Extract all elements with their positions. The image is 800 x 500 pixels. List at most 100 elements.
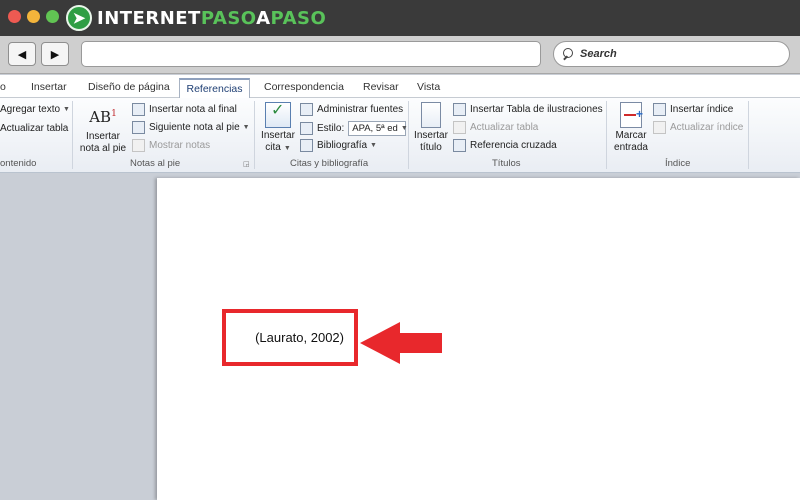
close-window-button[interactable]: [8, 10, 21, 23]
citation-text[interactable]: (Laurato, 2002): [255, 330, 344, 345]
search-field[interactable]: Search: [553, 41, 790, 67]
tab-vista[interactable]: Vista: [417, 81, 440, 93]
insertar-cita-label-2-text: cita: [265, 142, 281, 153]
insertar-cita-label-1: Insertar: [261, 130, 295, 141]
mostrar-notas-label: Mostrar notas: [149, 140, 211, 151]
actualizar-indice-button[interactable]: Actualizar índice: [653, 121, 743, 134]
dropdown-arrow-icon: ▼: [400, 125, 408, 132]
dropdown-arrow-icon: ▼: [370, 142, 377, 149]
group-label-notas: Notas al pie: [130, 158, 181, 169]
agregar-texto-label: Agregar texto: [0, 104, 61, 115]
tab-insertar[interactable]: Insertar: [31, 81, 67, 93]
tab-correspondencia[interactable]: Correspondencia: [264, 81, 344, 93]
estilo-row: Estilo: APA, 5ª ed ▼: [300, 121, 408, 136]
insertar-nota-pie-button[interactable]: AB1 Insertar nota al pie: [78, 104, 128, 155]
insertar-indice-button[interactable]: Insertar índice: [653, 103, 733, 116]
ab-glyph: AB: [89, 108, 112, 126]
logo-text-paso: PASO: [200, 7, 257, 29]
administrar-fuentes-button[interactable]: Administrar fuentes: [300, 103, 403, 116]
marcar-entrada-label-2: entrada: [614, 142, 648, 153]
browser-toolbar: ◀ ▶ Search: [0, 36, 800, 74]
browser-titlebar: ➤ INTERNETPASOAPASO: [0, 0, 800, 36]
tab-referencias[interactable]: Referencias: [179, 78, 250, 99]
show-notes-icon: [132, 139, 145, 152]
insertar-tabla-ilustraciones-label: Insertar Tabla de ilustraciones: [470, 104, 603, 115]
site-logo: ➤ INTERNETPASOAPASO: [66, 4, 326, 32]
logo-wordmark: INTERNETPASOAPASO: [97, 8, 326, 29]
manage-sources-icon: [300, 103, 313, 116]
update-table-icon: [453, 121, 466, 134]
update-index-icon: [653, 121, 666, 134]
actualizar-tabla-contenido-button[interactable]: Actualizar tabla: [0, 123, 68, 134]
group-divider: [606, 101, 607, 169]
dialog-launcher-icon[interactable]: ◲: [243, 160, 250, 168]
tab-revisar[interactable]: Revisar: [363, 81, 399, 93]
logo-text-paso-2: PASO: [270, 7, 327, 29]
table-of-figures-icon: [453, 103, 466, 116]
document-margin-area: [0, 174, 155, 500]
endnote-icon: [132, 103, 145, 116]
logo-cursor-icon: ➤: [66, 5, 92, 31]
group-divider: [408, 101, 409, 169]
search-icon: [563, 48, 575, 60]
insert-citation-icon: ✓: [265, 102, 291, 128]
actualizar-indice-label: Actualizar índice: [670, 122, 744, 133]
insert-index-icon: [653, 103, 666, 116]
dropdown-arrow-icon: ▼: [283, 145, 291, 152]
group-label-citas: Citas y bibliografía: [290, 158, 369, 169]
agregar-texto-button[interactable]: Agregar texto ▼: [0, 104, 70, 115]
tab-inicio[interactable]: o: [0, 81, 6, 93]
insertar-tabla-ilustraciones-button[interactable]: Insertar Tabla de ilustraciones: [453, 103, 603, 116]
insertar-nota-final-button[interactable]: Insertar nota al final: [132, 103, 237, 116]
dropdown-arrow-icon: ▼: [242, 124, 250, 131]
insertar-nota-pie-label-2: nota al pie: [79, 143, 127, 154]
referencia-cruzada-label: Referencia cruzada: [470, 140, 557, 151]
tab-diseno-pagina[interactable]: Diseño de página: [88, 81, 170, 93]
referencia-cruzada-button[interactable]: Referencia cruzada: [453, 139, 557, 152]
insertar-titulo-button[interactable]: Insertar título: [412, 102, 450, 154]
address-bar[interactable]: [81, 41, 541, 67]
insertar-cita-label-2: cita ▼: [259, 142, 297, 155]
actualizar-tabla-contenido-label: Actualizar tabla: [0, 123, 69, 134]
administrar-fuentes-label: Administrar fuentes: [317, 104, 404, 115]
pointer-arrow-icon: [360, 322, 442, 364]
group-label-indice: Índice: [665, 158, 691, 169]
back-button[interactable]: ◀: [8, 42, 36, 66]
siguiente-nota-button[interactable]: Siguiente nota al pie ▼: [132, 121, 250, 134]
citation-highlight-box: (Laurato, 2002): [222, 309, 358, 366]
actualizar-tabla-ilustraciones-button[interactable]: Actualizar tabla: [453, 121, 538, 134]
insertar-nota-pie-label-1: Insertar: [86, 131, 120, 142]
estilo-value: APA, 5ª ed: [352, 123, 398, 134]
forward-arrow-icon: ▶: [50, 48, 60, 61]
insert-caption-icon: [421, 102, 441, 128]
estilo-select[interactable]: APA, 5ª ed ▼: [348, 121, 408, 136]
group-divider: [254, 101, 255, 169]
maximize-window-button[interactable]: [46, 10, 59, 23]
minimize-window-button[interactable]: [27, 10, 40, 23]
ribbon-panel: Agregar texto ▼ Actualizar tabla ontenido…: [0, 98, 800, 173]
mark-entry-icon: +: [620, 102, 643, 128]
insertar-nota-final-label: Insertar nota al final: [149, 104, 237, 115]
mostrar-notas-button[interactable]: Mostrar notas: [132, 139, 210, 152]
insertar-titulo-label-1: Insertar: [414, 130, 448, 141]
insertar-indice-label: Insertar índice: [670, 104, 734, 115]
marcar-entrada-button[interactable]: + Marcar entrada: [611, 102, 651, 154]
group-divider: [72, 101, 73, 169]
insertar-cita-button[interactable]: ✓ Insertar cita ▼: [259, 102, 297, 155]
back-arrow-icon: ◀: [17, 48, 27, 61]
group-label-titulos: Títulos: [492, 158, 521, 169]
forward-button[interactable]: ▶: [41, 42, 69, 66]
bibliografia-button[interactable]: Bibliografía ▼: [300, 139, 377, 152]
bibliografia-label: Bibliografía: [317, 140, 368, 151]
logo-text-a: A: [256, 7, 271, 29]
bibliography-icon: [300, 139, 313, 152]
search-placeholder: Search: [580, 48, 617, 60]
siguiente-nota-label: Siguiente nota al pie: [149, 122, 240, 133]
insertar-titulo-label-2: título: [420, 142, 442, 153]
actualizar-tabla-label: Actualizar tabla: [470, 122, 539, 133]
style-icon: [300, 122, 313, 135]
marcar-entrada-label-1: Marcar: [615, 130, 647, 141]
cross-reference-icon: [453, 139, 466, 152]
next-footnote-icon: [132, 121, 145, 134]
ribbon-tab-bar: o Insertar Diseño de página Referencias …: [0, 75, 800, 99]
